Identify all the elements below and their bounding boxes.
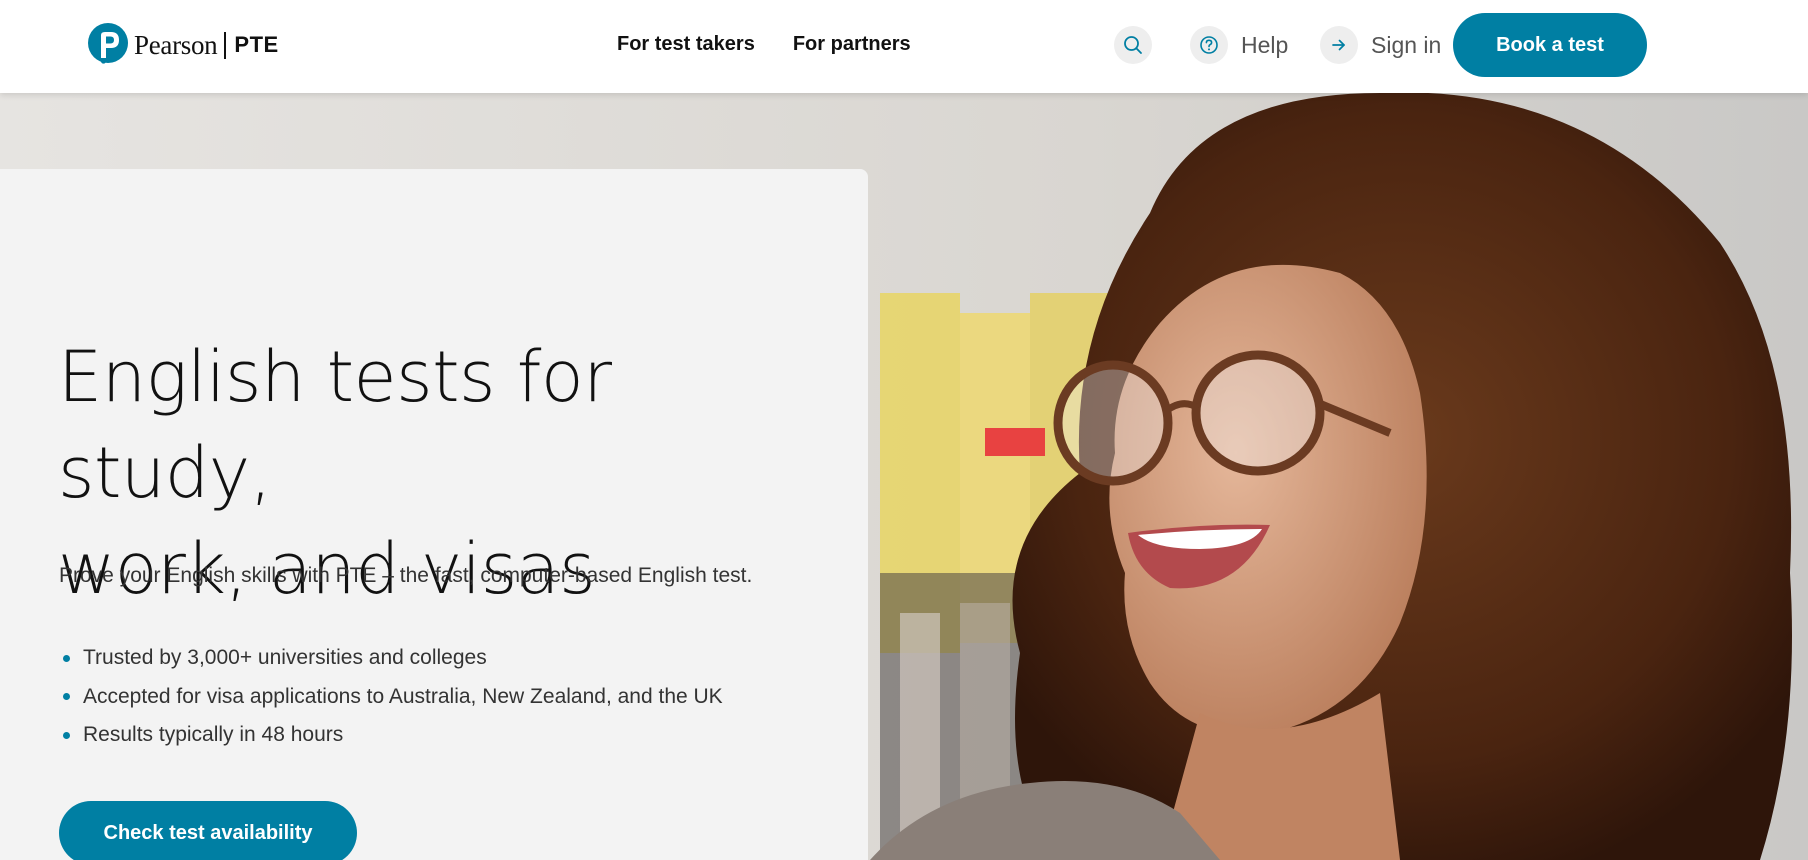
arrow-right-icon — [1320, 26, 1358, 64]
nav-for-partners[interactable]: For partners — [793, 33, 911, 56]
hero-section: English tests for study, work, and visas… — [0, 93, 1808, 860]
benefit-text: Trusted by 3,000+ universities and colle… — [83, 646, 487, 670]
list-item: Results typically in 48 hours — [59, 716, 723, 755]
bullet-dot-icon — [63, 731, 70, 739]
hero-title-line-1: English tests for study, — [58, 336, 612, 514]
bullet-dot-icon — [63, 693, 70, 701]
search-icon — [1114, 26, 1152, 64]
search-button[interactable] — [1114, 26, 1152, 64]
bullet-dot-icon — [63, 654, 70, 662]
hero-benefits-list: Trusted by 3,000+ universities and colle… — [59, 639, 723, 755]
sign-in-label: Sign in — [1371, 31, 1442, 58]
book-a-test-button[interactable]: Book a test — [1453, 13, 1647, 77]
pearson-logo-icon — [88, 23, 128, 64]
list-item: Accepted for visa applications to Austra… — [59, 678, 723, 717]
hero-intro: Prove your English skills with PTE – the… — [59, 564, 753, 587]
sign-in-link[interactable]: Sign in — [1320, 26, 1441, 64]
help-label: Help — [1241, 31, 1289, 58]
site-header: Pearson PTE For test takers For partners… — [0, 0, 1808, 93]
pearson-pte-logo[interactable]: Pearson PTE — [88, 23, 279, 67]
logo-wordmark: Pearson — [134, 29, 218, 60]
logo-divider — [224, 31, 227, 59]
benefit-text: Results typically in 48 hours — [83, 723, 344, 747]
logo-product: PTE — [234, 32, 279, 57]
list-item: Trusted by 3,000+ universities and colle… — [59, 639, 723, 678]
hero-card: English tests for study, work, and visas… — [0, 169, 868, 860]
check-test-availability-button[interactable]: Check test availability — [59, 801, 357, 860]
help-icon — [1190, 26, 1228, 64]
main-nav: For test takers For partners — [617, 33, 911, 56]
benefit-text: Accepted for visa applications to Austra… — [83, 684, 723, 708]
nav-for-test-takers[interactable]: For test takers — [617, 33, 755, 56]
help-link[interactable]: Help — [1190, 26, 1288, 64]
